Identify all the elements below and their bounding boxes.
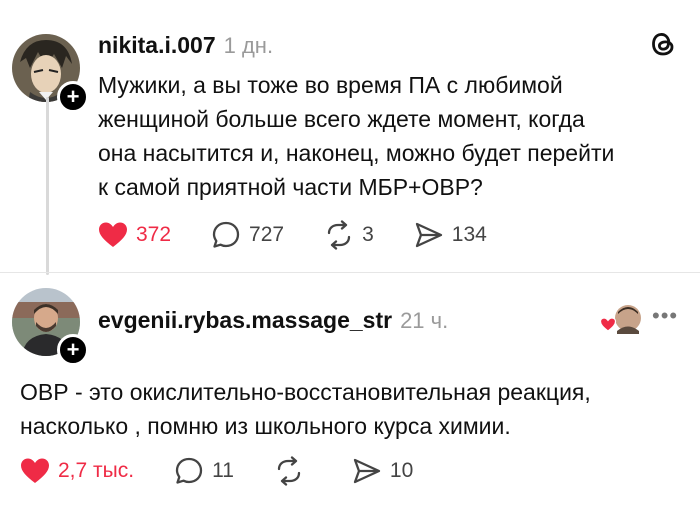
reply-time: 21 ч. (400, 308, 449, 333)
post-text: Мужики, а вы тоже во время ПА с любимой … (98, 72, 615, 200)
like-count: 372 (136, 223, 172, 246)
like-button[interactable]: 372 (98, 221, 171, 249)
post-time: 1 дн. (223, 33, 274, 58)
repost-icon (327, 220, 351, 250)
post-username[interactable]: nikita.i.007 1 дн. (98, 32, 273, 59)
reply-username[interactable]: evgenii.rybas.massage_str 21 ч. (98, 307, 448, 334)
share-button[interactable]: 10 (352, 456, 413, 486)
repost-button[interactable]: 3 (324, 220, 374, 250)
repost-button[interactable] (274, 456, 312, 486)
share-button[interactable]: 134 (414, 220, 487, 250)
share-icon (415, 222, 442, 248)
author-liked-indicator (599, 304, 642, 334)
follow-plus-icon[interactable]: + (57, 81, 89, 113)
comment-count: 11 (212, 459, 234, 482)
comment-button[interactable]: 727 (211, 220, 284, 250)
heart-icon (599, 317, 617, 332)
thread-line (46, 97, 49, 275)
follow-plus-icon[interactable]: + (57, 334, 89, 366)
comment-icon (212, 221, 240, 248)
post-actions: 372 727 3 134 (98, 220, 527, 250)
like-button[interactable]: 2,7 тыс. (20, 457, 134, 485)
comment-count: 727 (249, 223, 285, 246)
reply-text: ОВР - это окислительно-восстановительная… (20, 379, 591, 439)
repost-icon (277, 456, 301, 486)
reply-actions: 2,7 тыс. 11 10 (20, 456, 453, 486)
threads-logo-icon[interactable] (648, 28, 678, 65)
share-icon (353, 458, 381, 484)
comment-icon (175, 457, 203, 484)
heart-icon (21, 458, 49, 483)
share-count: 10 (389, 459, 414, 482)
repost-count: 3 (362, 223, 374, 246)
comment-button[interactable]: 11 (174, 456, 234, 486)
reply: + evgenii.rybas.massage_str 21 ч. ••• ОВР… (0, 273, 700, 505)
like-count: 2,7 тыс. (58, 459, 135, 482)
share-count: 134 (451, 223, 487, 246)
more-icon[interactable]: ••• (652, 303, 678, 329)
heart-icon (99, 222, 127, 247)
post: + nikita.i.007 1 дн. Мужики, а вы тоже во… (0, 0, 700, 280)
